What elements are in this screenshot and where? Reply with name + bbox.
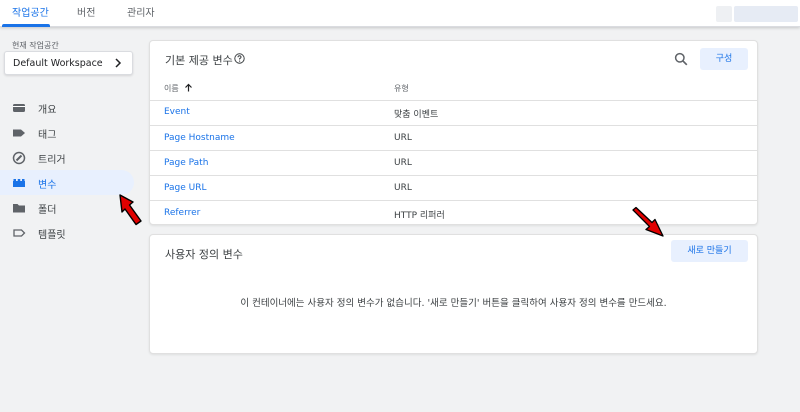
- sidebar-item-triggers[interactable]: 트리거: [0, 145, 134, 170]
- variable-type: URL: [394, 133, 412, 143]
- tab-workspace[interactable]: 작업공간: [12, 4, 49, 19]
- tab-admin[interactable]: 관리자: [127, 4, 155, 19]
- active-tab-indicator: [2, 24, 50, 27]
- column-header-type: 유형: [394, 84, 409, 93]
- folder-icon: [13, 204, 25, 213]
- variables-icon: [13, 179, 25, 187]
- sidebar-item-variables[interactable]: 변수: [0, 170, 134, 195]
- annotation-arrow-icon: [632, 206, 664, 237]
- variable-name-link[interactable]: Page URL: [164, 183, 207, 193]
- workspace-name: Default Workspace: [13, 58, 103, 69]
- overview-icon: [13, 104, 25, 112]
- workspace-selector[interactable]: Default Workspace: [4, 51, 133, 75]
- trigger-icon: [12, 151, 26, 165]
- template-icon: [13, 229, 26, 237]
- sidebar-item-label: 템플릿: [38, 230, 66, 241]
- variable-type: 맞춤 이벤트: [394, 110, 439, 120]
- workspace-label: 현재 작업공간: [12, 41, 59, 50]
- variable-type: HTTP 리퍼러: [394, 211, 445, 221]
- topbar-placeholder: [716, 6, 732, 22]
- help-icon[interactable]: [234, 53, 245, 64]
- sidebar-item-templates[interactable]: 템플릿: [0, 220, 134, 245]
- empty-state-message: 이 컨테이너에는 사용자 정의 변수가 없습니다. '새로 만들기' 버튼을 클…: [240, 298, 667, 309]
- sidebar-item-label: 태그: [38, 130, 57, 141]
- configure-button[interactable]: 구성: [700, 48, 748, 70]
- sidebar-item-overview[interactable]: 개요: [0, 95, 134, 120]
- top-tab-bar: 작업공간 버전 관리자: [0, 0, 800, 27]
- variable-type: URL: [394, 158, 412, 168]
- tag-icon: [13, 129, 25, 137]
- variable-name-link[interactable]: Page Path: [164, 158, 208, 168]
- user-defined-variables-card: 사용자 정의 변수 새로 만들기 이 컨테이너에는 사용자 정의 변수가 없습니…: [149, 234, 758, 354]
- new-variable-button[interactable]: 새로 만들기: [671, 240, 748, 262]
- annotation-arrow-icon: [119, 194, 142, 226]
- sidebar-item-folders[interactable]: 폴더: [0, 195, 134, 220]
- sidebar-item-label: 트리거: [38, 155, 66, 166]
- search-icon[interactable]: [674, 52, 688, 66]
- table-row[interactable]: Event 맞춤 이벤트: [150, 100, 757, 125]
- variable-type: URL: [394, 183, 412, 193]
- sidebar-item-label: 변수: [38, 180, 57, 191]
- sidebar-item-label: 폴더: [38, 205, 57, 216]
- tab-versions[interactable]: 버전: [77, 4, 95, 19]
- variable-name-link[interactable]: Referrer: [164, 208, 200, 218]
- sidebar-item-label: 개요: [38, 105, 57, 116]
- topbar-placeholder: [734, 6, 798, 22]
- sidebar-item-tags[interactable]: 태그: [0, 120, 134, 145]
- table-row[interactable]: Page Hostname URL: [150, 125, 757, 150]
- builtin-variables-card: 기본 제공 변수 구성 이름 유형 Event 맞춤 이벤트 Page Host…: [149, 40, 758, 225]
- sort-ascending-icon[interactable]: [184, 83, 193, 92]
- user-defined-variables-title: 사용자 정의 변수: [165, 248, 243, 261]
- builtin-variables-title: 기본 제공 변수: [165, 54, 233, 67]
- variable-name-link[interactable]: Page Hostname: [164, 133, 235, 143]
- table-row[interactable]: Page URL URL: [150, 175, 757, 200]
- column-header-name[interactable]: 이름: [164, 83, 179, 94]
- variable-name-link[interactable]: Event: [164, 107, 190, 117]
- table-row[interactable]: Page Path URL: [150, 150, 757, 175]
- chevron-right-icon: [115, 58, 122, 68]
